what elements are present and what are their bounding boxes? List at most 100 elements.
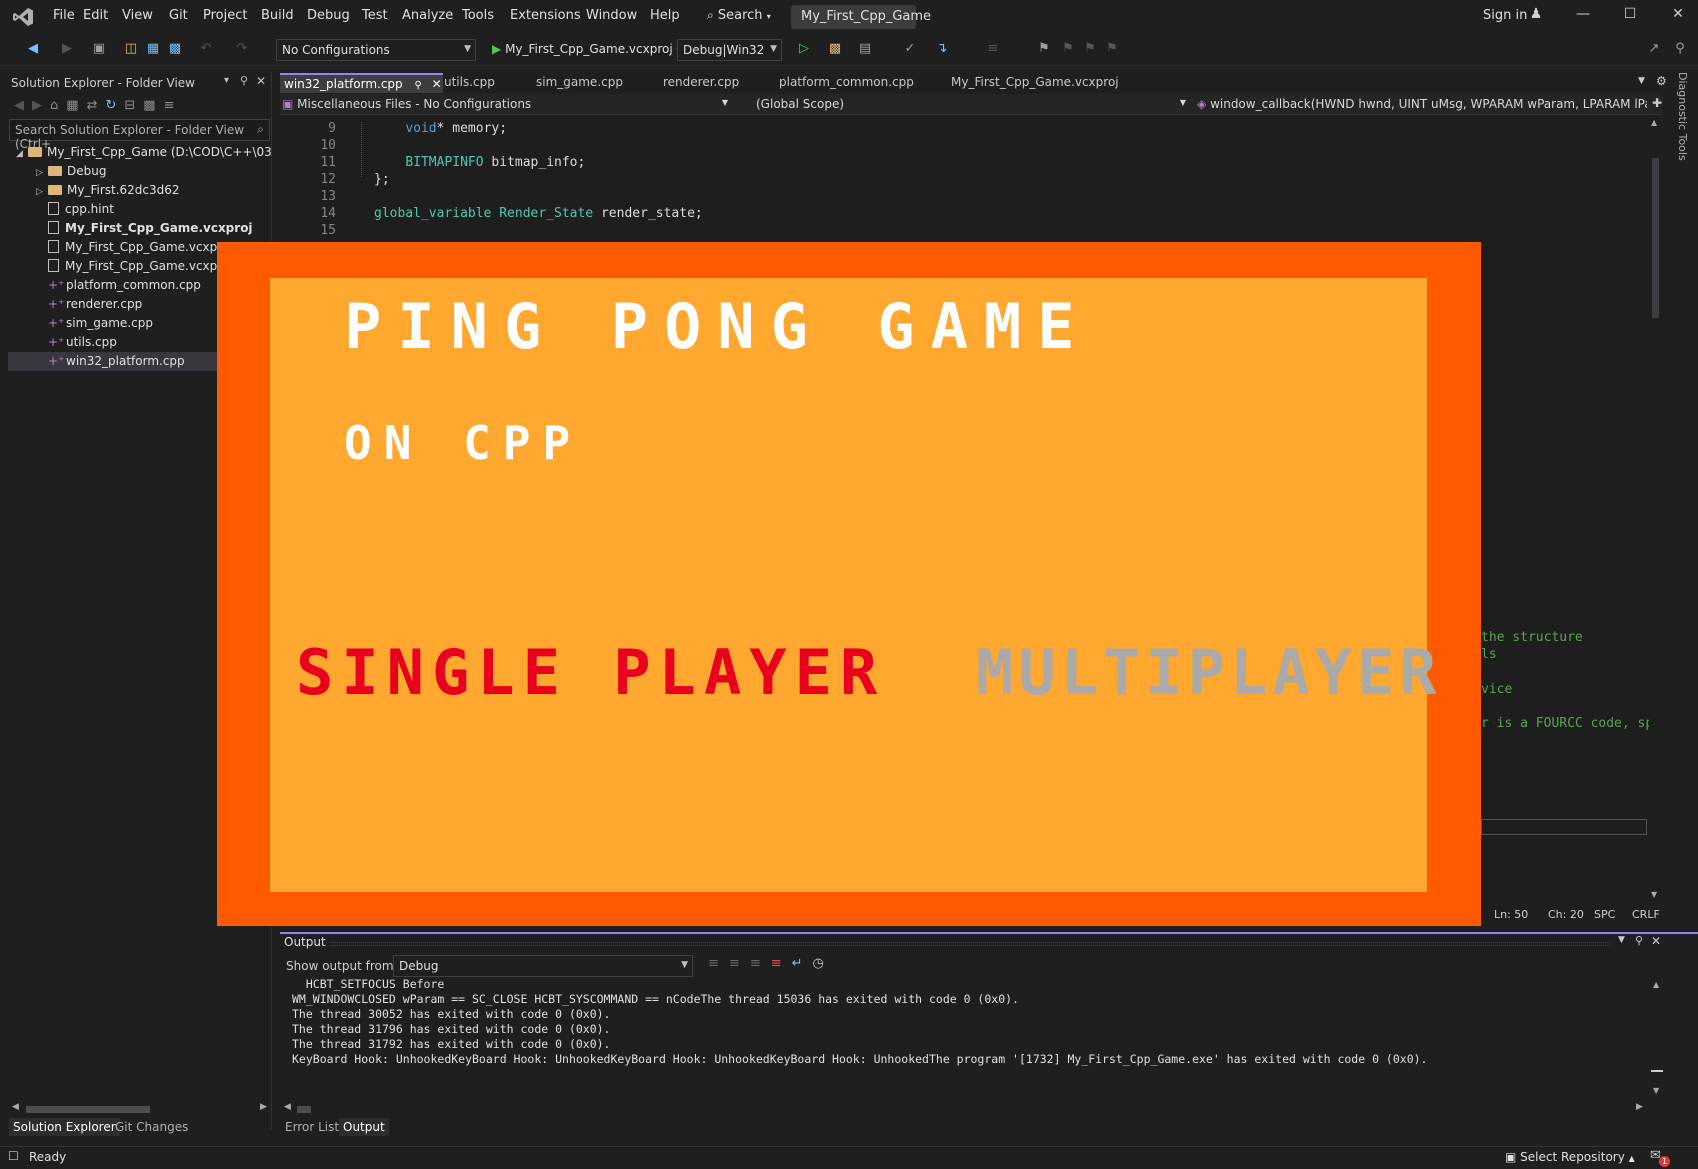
back-icon[interactable]: ◀ xyxy=(23,39,43,59)
prev-bookmark-icon[interactable]: ⚑ xyxy=(1058,39,1078,59)
scroll-right-icon[interactable]: ▶ xyxy=(1636,1102,1643,1112)
tree-item[interactable]: ▷ My_First.62dc3d62 xyxy=(8,181,272,200)
pin-icon[interactable]: ⚲ xyxy=(1635,934,1643,947)
share-icon[interactable]: ↗ xyxy=(1644,39,1664,59)
tab-output[interactable]: Output xyxy=(339,1118,389,1136)
collapse-arrow-icon[interactable]: ▷ xyxy=(36,164,48,181)
back-icon[interactable]: ◀ xyxy=(14,98,32,113)
layout-icon[interactable]: ▤ xyxy=(855,39,875,59)
tab-utils[interactable]: utils.cpp xyxy=(440,73,495,93)
diagnostic-tools-sidebar[interactable]: Diagnostic Tools xyxy=(1676,72,1689,161)
editor-vertical-scrollbar[interactable]: ▲ ▼ xyxy=(1649,118,1661,902)
prev-message-icon[interactable]: ≡ xyxy=(729,956,750,971)
scroll-thumb[interactable] xyxy=(1651,1070,1663,1072)
split-icon[interactable]: ✚ xyxy=(1652,96,1662,110)
start-without-debugging-icon[interactable]: ▷ xyxy=(794,39,814,59)
clear-bookmarks-icon[interactable]: ⚑ xyxy=(1102,39,1122,59)
scroll-right-icon[interactable]: ▶ xyxy=(260,1102,267,1112)
scroll-down-icon[interactable]: ▼ xyxy=(1651,890,1657,899)
start-debugging-button[interactable]: ▶ My_First_Cpp_Game.vcxproj ▼ xyxy=(492,42,683,56)
member-dropdown[interactable]: ◈ window_callback(HWND hwnd, UINT uMsg, … xyxy=(1197,95,1647,114)
multiplayer-option[interactable]: MULTIPLAYER xyxy=(976,636,1442,709)
platform-dropdown[interactable]: Debug|Win32 ▼ xyxy=(677,39,782,61)
menu-view[interactable]: View xyxy=(122,8,153,26)
scroll-thumb[interactable] xyxy=(26,1106,150,1113)
pin-icon[interactable]: ▾ xyxy=(224,75,229,86)
output-source-dropdown[interactable]: Debug ▼ xyxy=(393,955,693,977)
scroll-down-icon[interactable]: ▼ xyxy=(1653,1086,1659,1095)
menu-edit[interactable]: Edit xyxy=(83,8,108,26)
bookmark-icon[interactable]: ⚑ xyxy=(1034,39,1054,59)
home-icon[interactable]: ⌂ xyxy=(50,98,66,113)
minimize-button[interactable]: — xyxy=(1571,6,1595,28)
tab-renderer[interactable]: renderer.cpp xyxy=(659,73,739,93)
menu-help[interactable]: Help xyxy=(650,8,680,26)
chevron-down-icon[interactable]: ▼ xyxy=(1618,935,1625,945)
next-message-icon[interactable]: ≡ xyxy=(750,956,771,971)
sign-in-button[interactable]: Sign in xyxy=(1483,8,1527,26)
select-repository-button[interactable]: ▣ Select Repository ▲ xyxy=(1505,1150,1635,1164)
pin-icon[interactable]: ⚲ xyxy=(415,80,422,91)
redo-icon[interactable]: ↷ xyxy=(232,39,252,59)
forward-icon[interactable]: ▶ xyxy=(57,39,77,59)
menu-window[interactable]: Window xyxy=(586,8,637,26)
visual-studio-logo-icon[interactable] xyxy=(12,7,34,27)
column-indicator[interactable]: Ch: 20 xyxy=(1548,908,1584,921)
switch-views-icon[interactable]: ▦ xyxy=(66,98,86,113)
scroll-left-icon[interactable]: ◀ xyxy=(12,1102,19,1112)
tab-overflow-icon[interactable]: ▼ xyxy=(1638,76,1645,86)
tree-item[interactable]: cpp.hint xyxy=(8,200,272,219)
sync-icon[interactable]: ⇄ xyxy=(87,98,106,113)
browse-icon[interactable]: ▩ xyxy=(825,39,845,59)
menu-debug[interactable]: Debug xyxy=(307,8,350,26)
project-name-badge[interactable]: My_First_Cpp_Game xyxy=(791,5,931,29)
menu-analyze[interactable]: Analyze xyxy=(402,8,453,26)
timestamp-icon[interactable]: ◷ xyxy=(813,956,834,971)
menu-git[interactable]: Git xyxy=(169,8,188,26)
menu-tools[interactable]: Tools xyxy=(462,8,494,26)
collapse-arrow-icon[interactable]: ▷ xyxy=(36,183,48,200)
expand-arrow-icon[interactable]: ◢ xyxy=(16,145,28,162)
autohide-icon[interactable]: ⚲ xyxy=(240,74,248,87)
line-ending-indicator[interactable]: CRLF xyxy=(1632,908,1660,921)
menu-file[interactable]: File xyxy=(53,8,75,26)
search-button[interactable]: ⌕ Search ▾ xyxy=(707,8,771,26)
tab-error-list[interactable]: Error List xyxy=(285,1120,339,1134)
horizontal-scrollbar[interactable]: ◀ ▶ xyxy=(12,1102,267,1114)
menu-test[interactable]: Test xyxy=(362,8,388,26)
account-icon[interactable]: ♟ xyxy=(1524,6,1548,28)
find-icon[interactable]: ≡ xyxy=(708,956,729,971)
tree-item[interactable]: My_First_Cpp_Game.vcxproj xyxy=(8,219,272,238)
global-scope-dropdown[interactable]: (Global Scope) ▼ xyxy=(756,95,1190,114)
tab-win32-platform[interactable]: win32_platform.cpp ⚲ ✕ xyxy=(280,73,443,93)
forward-icon[interactable]: ▶ xyxy=(32,98,50,113)
output-vertical-scrollbar[interactable]: ▲ ▼ xyxy=(1651,980,1663,1098)
scroll-up-icon[interactable]: ▲ xyxy=(1651,118,1657,127)
open-folder-icon[interactable]: ◫ xyxy=(121,39,141,59)
scroll-thumb[interactable] xyxy=(1652,158,1659,318)
close-panel-icon[interactable]: ✕ xyxy=(256,74,266,88)
scroll-left-icon[interactable]: ◀ xyxy=(284,1102,291,1112)
tab-solution-explorer[interactable]: Solution Explorer xyxy=(9,1118,120,1136)
next-bookmark-icon[interactable]: ⚑ xyxy=(1080,39,1100,59)
show-all-files-icon[interactable]: ▩ xyxy=(143,98,163,113)
tree-item[interactable]: ◢ My_First_Cpp_Game (D:\COD\C++\03 pi xyxy=(8,143,272,162)
line-number-indicator[interactable]: Ln: 50 xyxy=(1494,908,1528,921)
close-icon[interactable]: ✕ xyxy=(1651,934,1661,948)
close-button[interactable]: ✕ xyxy=(1666,6,1690,28)
tab-platform-common[interactable]: platform_common.cpp xyxy=(775,73,914,93)
tab-vcxproj[interactable]: My_First_Cpp_Game.vcxproj xyxy=(947,73,1119,93)
tab-git-changes[interactable]: Git Changes xyxy=(115,1120,188,1134)
game-canvas[interactable] xyxy=(270,278,1427,892)
scroll-up-icon[interactable]: ▲ xyxy=(1653,980,1659,989)
clear-all-icon[interactable]: ≡ xyxy=(771,956,792,971)
spellcheck-icon[interactable]: ✓ xyxy=(900,39,920,59)
refresh-icon[interactable]: ↻ xyxy=(105,98,124,113)
maximize-button[interactable]: ☐ xyxy=(1618,6,1642,28)
menu-extensions[interactable]: Extensions xyxy=(510,8,581,26)
properties-icon[interactable]: ≡ xyxy=(164,98,183,113)
single-player-option[interactable]: SINGLE PLAYER xyxy=(296,636,885,709)
output-horizontal-scrollbar[interactable]: ◀ ▶ xyxy=(284,1102,1644,1114)
menu-build[interactable]: Build xyxy=(261,8,294,26)
indent-icon[interactable]: ≡ xyxy=(983,39,1003,59)
